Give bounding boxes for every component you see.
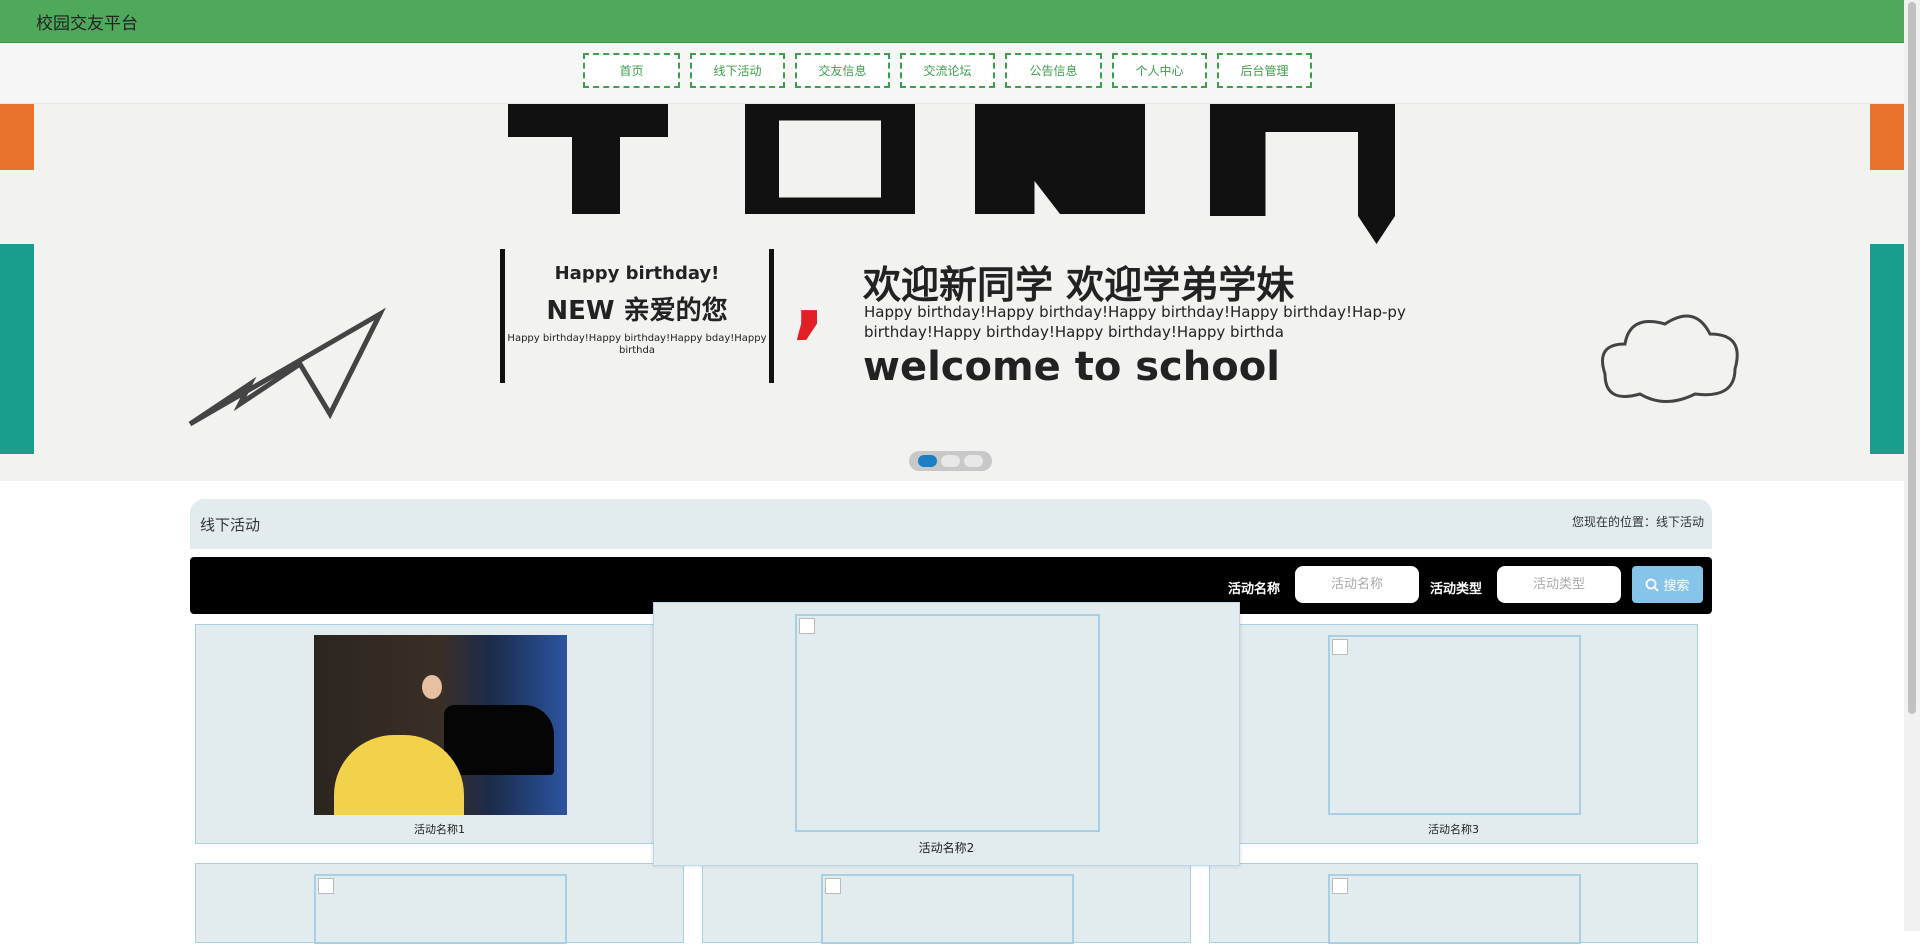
activity-image bbox=[821, 874, 1074, 944]
banner-decoration-orange-left bbox=[0, 104, 34, 170]
nav-item-forum[interactable]: 交流论坛 bbox=[900, 53, 995, 88]
nav-item-admin[interactable]: 后台管理 bbox=[1217, 53, 1312, 88]
section-title: 线下活动 bbox=[200, 516, 261, 534]
carousel-dot-1[interactable] bbox=[918, 455, 937, 467]
banner-headline-glyph bbox=[745, 104, 915, 214]
main-nav: 首页 线下活动 交友信息 交流论坛 公告信息 个人中心 后台管理 bbox=[0, 43, 1904, 104]
activity-image bbox=[1328, 635, 1581, 815]
broken-image-icon bbox=[825, 878, 841, 894]
activity-image bbox=[314, 635, 567, 815]
banner-carousel[interactable]: Happy birthday! NEW 亲爱的您 Happy birthday!… bbox=[0, 104, 1904, 481]
activity-card[interactable] bbox=[702, 863, 1191, 944]
location-bar: 线下活动 您现在的位置：线下活动 bbox=[190, 499, 1712, 549]
nav-item-offline-activities[interactable]: 线下活动 bbox=[690, 53, 785, 88]
search-button[interactable]: 搜索 bbox=[1632, 566, 1703, 603]
welcome-repeat-text: Happy birthday!Happy birthday!Happy birt… bbox=[864, 303, 1406, 341]
broken-image-icon bbox=[318, 878, 334, 894]
welcome-english: welcome to school bbox=[863, 344, 1280, 390]
nav-item-home[interactable]: 首页 bbox=[583, 53, 680, 88]
nav-item-dating-info[interactable]: 交友信息 bbox=[795, 53, 890, 88]
photo-piano bbox=[444, 705, 554, 775]
nav-item-announcements[interactable]: 公告信息 bbox=[1005, 53, 1102, 88]
breadcrumb: 您现在的位置：线下活动 bbox=[1571, 515, 1704, 529]
scrollbar-thumb[interactable] bbox=[1908, 2, 1916, 714]
red-quote-mark: , bbox=[792, 244, 827, 349]
nav-list: 首页 线下活动 交友信息 交流论坛 公告信息 个人中心 后台管理 bbox=[583, 53, 1312, 88]
birthday-message-box: Happy birthday! NEW 亲爱的您 Happy birthday!… bbox=[500, 249, 774, 383]
activity-name: 活动名称2 bbox=[918, 841, 975, 855]
carousel-dot-3[interactable] bbox=[964, 455, 983, 467]
activity-card[interactable] bbox=[195, 863, 684, 944]
activity-name-input[interactable] bbox=[1295, 566, 1419, 603]
banner-headline-glyph bbox=[508, 104, 668, 214]
activity-image bbox=[1328, 874, 1581, 944]
activity-card[interactable] bbox=[1209, 863, 1698, 944]
broken-image-icon bbox=[799, 618, 815, 634]
birthday-new-text: NEW 亲爱的您 bbox=[546, 296, 728, 326]
banner-decoration-teal-left bbox=[0, 244, 34, 454]
photo-child-head bbox=[422, 675, 442, 699]
activity-type-input[interactable] bbox=[1497, 566, 1621, 603]
birthday-small-text: Happy birthday!Happy birthday!Happy bday… bbox=[507, 333, 767, 356]
activity-card-hovered[interactable]: 活动名称2 bbox=[653, 602, 1240, 866]
activity-type-label: 活动类型 bbox=[1430, 582, 1483, 597]
carousel-dot-2[interactable] bbox=[941, 455, 960, 467]
paper-plane-sketch bbox=[188, 307, 386, 427]
site-title: 校园交友平台 bbox=[36, 14, 138, 34]
nav-item-personal-center[interactable]: 个人中心 bbox=[1112, 53, 1207, 88]
welcome-chinese: 欢迎新同学 欢迎学弟学妹 bbox=[863, 263, 1295, 307]
search-icon bbox=[1646, 578, 1660, 592]
carousel-indicators bbox=[909, 451, 992, 471]
activity-name: 活动名称3 bbox=[1428, 823, 1479, 836]
page-scrollbar[interactable] bbox=[1904, 0, 1920, 931]
banner-headline-glyph bbox=[975, 104, 1145, 214]
activity-card[interactable]: 活动名称1 bbox=[195, 624, 684, 844]
activity-name: 活动名称1 bbox=[414, 823, 465, 836]
broken-image-icon bbox=[1332, 639, 1348, 655]
birthday-title: Happy birthday! bbox=[554, 263, 720, 284]
activity-image bbox=[314, 874, 567, 944]
broken-image-icon bbox=[1332, 878, 1348, 894]
cloud-sketch bbox=[1601, 314, 1739, 403]
activity-image bbox=[795, 614, 1100, 832]
activity-card[interactable]: 活动名称3 bbox=[1209, 624, 1698, 844]
banner-headline-glyph bbox=[1210, 104, 1395, 244]
banner-decoration-orange-right bbox=[1870, 104, 1904, 170]
banner-decoration-teal-right bbox=[1870, 244, 1904, 454]
top-bar: 校园交友平台 bbox=[0, 0, 1904, 43]
search-button-label: 搜索 bbox=[1663, 579, 1690, 594]
activity-name-label: 活动名称 bbox=[1228, 582, 1281, 597]
